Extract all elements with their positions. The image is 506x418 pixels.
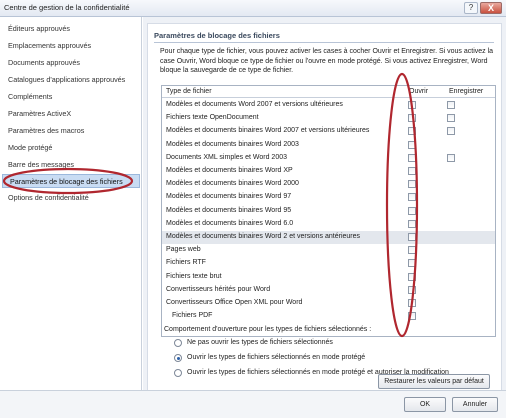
title-bar: Centre de gestion de la confidentialité … [0,0,506,17]
header-save: Enregistrer [449,88,484,95]
table-row[interactable]: Pages web [162,244,495,257]
sidebar-item-trusted-locations[interactable]: Emplacements approuvés [8,39,91,53]
window-title: Centre de gestion de la confidentialité [4,3,130,12]
table-header: Type de fichier Ouvrir Enregistrer [162,86,495,98]
sidebar-item-message-bar[interactable]: Barre des messages [8,158,74,172]
file-type-name: Fichiers texte OpenDocument [166,114,259,122]
section-title: Paramètres de blocage des fichiers [154,31,280,40]
table-row[interactable]: Fichiers texte OpenDocument [162,112,495,125]
table-row[interactable]: Modèles et documents binaires Word 2003 [162,139,495,152]
cancel-button[interactable]: Annuler [452,397,498,412]
save-checkbox[interactable] [447,101,455,109]
table-row[interactable]: Modèles et documents binaires Word 95 [162,205,495,218]
save-checkbox[interactable] [447,127,455,136]
file-type-table: Type de fichier Ouvrir Enregistrer Modèl… [161,85,496,337]
sidebar-item-file-block-settings[interactable]: Paramètres de blocage des fichiers [2,174,140,188]
table-row[interactable]: Convertisseurs Office Open XML pour Word [162,297,495,310]
file-type-name: Fichiers texte brut [166,272,222,280]
radio-do-not-open-button[interactable] [174,339,182,347]
table-row[interactable]: Modèles et documents Word 2007 et versio… [162,99,495,112]
file-type-name: Modèles et documents binaires Word 2007 … [166,127,370,135]
radio-do-not-open-label: Ne pas ouvrir les types de fichiers séle… [187,339,333,346]
behavior-label: Comportement d'ouverture pour les types … [164,326,372,333]
file-type-name: Modèles et documents Word 2007 et versio… [166,101,343,108]
file-type-name: Fichiers PDF [172,312,213,320]
sidebar-item-privacy-options[interactable]: Options de confidentialité [8,191,89,205]
ok-button[interactable]: OK [404,397,446,412]
save-checkbox[interactable] [447,153,455,162]
table-row[interactable]: Modèles et documents binaires Word 2 et … [162,231,495,244]
sidebar-item-macros[interactable]: Paramètres des macros [8,124,84,138]
main-area: Paramètres de blocage des fichiers Pour … [143,17,506,403]
dialog-footer: OK Annuler [0,390,506,418]
radio-open-protected-edit-button[interactable] [174,369,182,377]
open-column-annotation-oval [385,72,419,338]
restore-defaults-button[interactable]: Restaurer les valeurs par défaut [378,374,490,389]
settings-panel: Paramètres de blocage des fichiers Pour … [147,23,502,403]
table-row[interactable]: Fichiers texte brut [162,271,495,284]
sidebar-item-trusted-publishers[interactable]: Éditeurs approuvés [8,22,70,36]
file-type-name: Fichiers RTF [166,259,206,267]
help-button[interactable]: ? [464,2,478,14]
table-row[interactable]: Fichiers PDF [162,310,495,323]
file-type-name: Convertisseurs Office Open XML pour Word [166,299,303,306]
section-divider [154,42,494,43]
close-button[interactable]: X [480,2,502,14]
sidebar-item-trusted-documents[interactable]: Documents approuvés [8,56,80,70]
table-row[interactable]: Convertisseurs hérités pour Word [162,284,495,297]
table-row[interactable]: Modèles et documents binaires Word XP [162,165,495,178]
table-row[interactable]: Modèles et documents binaires Word 2007 … [162,125,495,138]
sidebar-item-addins[interactable]: Compléments [8,90,52,104]
radio-open-protected-label: Ouvrir les types de fichiers sélectionné… [187,354,366,361]
table-row[interactable]: Modèles et documents binaires Word 2000 [162,178,495,191]
file-type-name: Modèles et documents binaires Word 6.0 [166,219,294,227]
file-type-name: Modèles et documents binaires Word 97 [166,193,292,201]
sidebar: Éditeurs approuvés Emplacements approuvé… [0,17,142,390]
sidebar-item-trusted-app-catalogs[interactable]: Catalogues d'applications approuvés [8,73,125,87]
header-file-type: Type de fichier [166,88,212,95]
save-checkbox[interactable] [447,114,455,123]
file-type-name: Modèles et documents binaires Word 2 et … [166,233,361,240]
table-row[interactable]: Documents XML simples et Word 2003 [162,152,495,165]
file-type-name: Pages web [166,246,201,254]
file-type-name: Convertisseurs hérités pour Word [166,285,271,293]
file-type-name: Documents XML simples et Word 2003 [166,153,287,161]
radio-open-protected-button[interactable] [174,354,182,362]
file-type-name: Modèles et documents binaires Word 95 [166,206,292,214]
intro-text: Pour chaque type de fichier, vous pouvez… [160,48,494,74]
table-row[interactable]: Modèles et documents binaires Word 97 [162,191,495,204]
table-row[interactable]: Fichiers RTF [162,257,495,270]
file-type-name: Modèles et documents binaires Word XP [166,167,293,174]
sidebar-item-protected-view[interactable]: Mode protégé [8,141,52,155]
file-type-name: Modèles et documents binaires Word 2003 [166,140,299,148]
table-row[interactable]: Modèles et documents binaires Word 6.0 [162,218,495,231]
file-type-name: Modèles et documents binaires Word 2000 [166,180,299,188]
sidebar-item-activex[interactable]: Paramètres ActiveX [8,107,71,121]
